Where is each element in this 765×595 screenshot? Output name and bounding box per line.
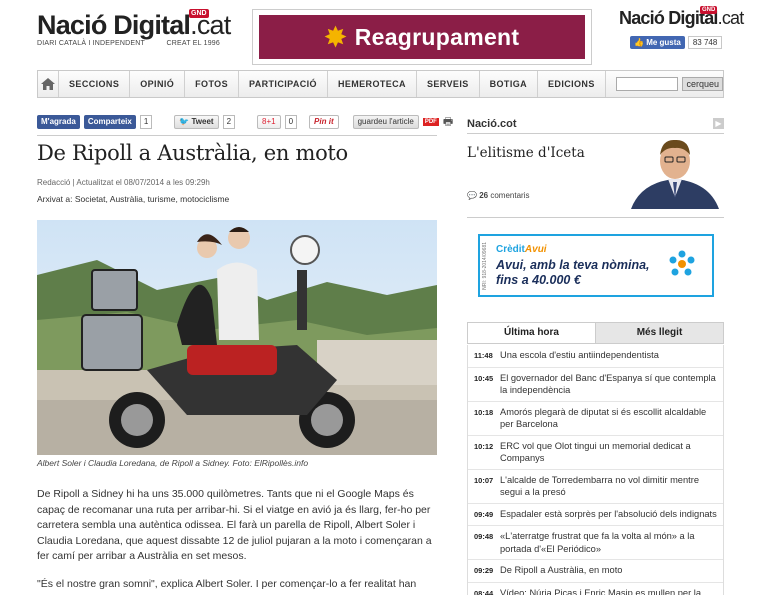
- latest-news-list: 11:48 Una escola d'estiu antiindependenti…: [467, 345, 724, 595]
- divider: [467, 217, 724, 218]
- list-item[interactable]: 08:44 Vídeo: Núria Picas i Enric Masip es…: [468, 583, 723, 595]
- list-item[interactable]: 09:29 De Ripoll a Austràlia, en moto: [468, 560, 723, 583]
- ad-brand: CrèditAvui: [496, 244, 547, 255]
- article-tags: Arxivat a: Societat, Austràlia, turisme,…: [37, 194, 230, 204]
- facebook-like-widget: 👍 Me gusta 83 748: [630, 36, 723, 49]
- nav-item-hemeroteca[interactable]: HEMEROTECA: [328, 71, 417, 97]
- sidebar-article-title[interactable]: L'elitisme d'Iceta: [467, 145, 585, 161]
- chevron-right-icon[interactable]: ▶: [713, 118, 724, 129]
- nav-item-participacio[interactable]: PARTICIPACIÓ: [239, 71, 328, 97]
- save-article-button[interactable]: guardeu l'article: [352, 115, 419, 129]
- list-item[interactable]: 09:48 «L'aterratge frustrat que fa la vol…: [468, 526, 723, 560]
- nav-item-fotos[interactable]: FOTOS: [185, 71, 239, 97]
- news-tabs: Última hora Més llegit: [467, 322, 724, 344]
- facebook-share-button[interactable]: Comparteix: [83, 115, 136, 129]
- article-paragraph: "És el nostre gran somni", explica Alber…: [37, 578, 417, 590]
- article-meta: Redacció | Actualitzat el 08/07/2014 a l…: [37, 178, 210, 187]
- author-photo[interactable]: [626, 137, 724, 209]
- logo-badge: GND: [189, 9, 209, 18]
- facebook-like-button[interactable]: M'agrada: [37, 115, 80, 129]
- pinterest-button[interactable]: Pin it: [309, 115, 339, 129]
- google-plus-count: 0: [284, 115, 298, 129]
- facebook-like-button[interactable]: 👍 Me gusta: [630, 36, 685, 49]
- comments-link[interactable]: 💬 26 comentaris: [467, 191, 529, 200]
- nav-item-opinio[interactable]: OPINIÓ: [130, 71, 186, 97]
- tag-links[interactable]: Societat, Austràlia, turisme, motociclis…: [75, 194, 229, 204]
- star-logo-icon: [669, 250, 695, 276]
- nav-item-edicions[interactable]: EDICIONS: [538, 71, 606, 97]
- ad-text: Avui, amb la teva nòmina, fins a 40.000 …: [496, 258, 650, 287]
- main-nav: SECCIONS OPINIÓ FOTOS PARTICIPACIÓ HEMER…: [37, 70, 724, 98]
- home-button[interactable]: [38, 71, 60, 97]
- tab-latest[interactable]: Última hora: [468, 323, 596, 343]
- sidebar-section-title[interactable]: Nació.cot: [467, 118, 517, 130]
- list-item[interactable]: 09:49 Espadaler està sorprès per l'absolu…: [468, 504, 723, 526]
- list-item[interactable]: 11:48 Una escola d'estiu antiindependenti…: [468, 345, 723, 368]
- site-logo[interactable]: Nació Digital.cat GND DIARI CATALÀ I IND…: [37, 9, 231, 47]
- article-paragraph: De Ripoll a Sidney hi ha uns 35.000 quil…: [37, 488, 432, 563]
- share-count: 1: [139, 115, 153, 129]
- ad-code: NRI: 918-2014/09681: [482, 242, 488, 290]
- share-bar: M'agrada Comparteix 1 🐦 Tweet 2 8+1 0 Pi…: [37, 114, 453, 130]
- list-item[interactable]: 10:07 L'alcalde de Torredembarra no vol d…: [468, 470, 723, 504]
- list-item[interactable]: 10:45 El governador del Banc d'Espanya sí…: [468, 368, 723, 402]
- search-button[interactable]: cerqueu: [682, 77, 723, 91]
- logo-badge: GND: [700, 6, 718, 14]
- home-icon: [41, 78, 55, 90]
- tweet-count: 2: [222, 115, 236, 129]
- nav-item-botiga[interactable]: BOTIGA: [480, 71, 539, 97]
- list-item[interactable]: 10:12 ERC vol que Olot tingui un memorial…: [468, 436, 723, 470]
- banner-ad[interactable]: ✸ Reagrupament: [252, 9, 592, 65]
- comment-icon: 💬: [467, 191, 477, 200]
- divider: [37, 135, 437, 136]
- tweet-button[interactable]: 🐦 Tweet: [174, 115, 219, 129]
- article-photo[interactable]: [37, 220, 437, 455]
- nav-item-seccions[interactable]: SECCIONS: [59, 71, 131, 97]
- photo-caption: Albert Soler i Claudia Loredana, de Ripo…: [37, 458, 309, 468]
- secondary-logo[interactable]: Nació Digital.cat GND: [619, 6, 744, 28]
- search-input[interactable]: [615, 77, 679, 91]
- banner-text: Reagrupament: [354, 23, 520, 50]
- credit-ad[interactable]: NRI: 918-2014/09681 CrèditAvui Avui, amb…: [478, 234, 714, 297]
- logo-tagline: DIARI CATALÀ I INDEPENDENT CREAT EL 1996: [37, 40, 220, 47]
- star-icon: ✸: [324, 21, 347, 52]
- nav-item-serveis[interactable]: SERVEIS: [417, 71, 480, 97]
- twitter-icon: 🐦: [179, 117, 190, 126]
- article-title: De Ripoll a Austràlia, en moto: [37, 141, 348, 165]
- pdf-icon[interactable]: PDF: [422, 118, 439, 126]
- print-icon[interactable]: 🖶: [443, 113, 453, 132]
- like-count: 83 748: [687, 36, 723, 49]
- sidebar-section-header: Nació.cot ▶: [467, 114, 724, 134]
- tab-most-read[interactable]: Més llegit: [596, 323, 723, 343]
- list-item[interactable]: 10:18 Amorós plegarà de diputat si és esc…: [468, 402, 723, 436]
- google-plus-button[interactable]: 8+1: [257, 115, 281, 129]
